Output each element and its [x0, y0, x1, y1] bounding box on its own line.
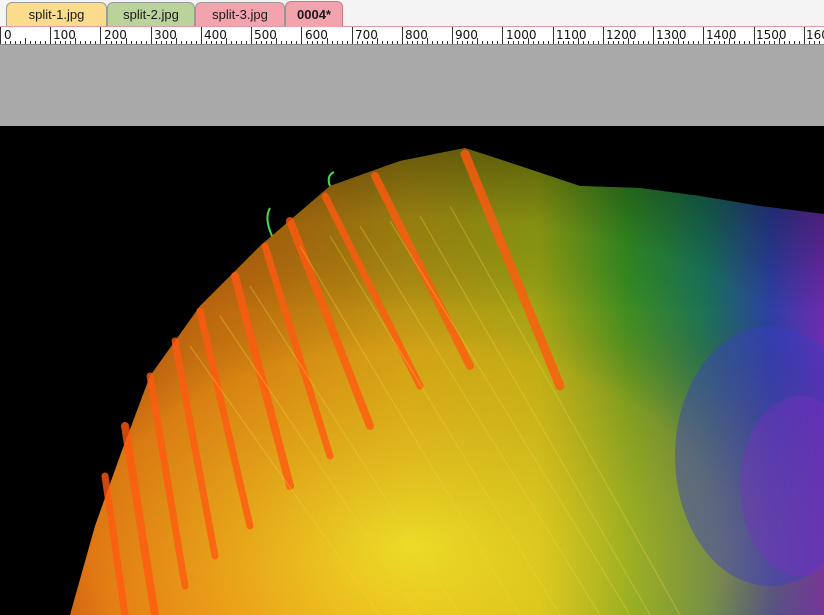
tab-bar: split-1.jpg split-2.jpg split-3.jpg 0004…	[0, 0, 824, 27]
ruler-label-1200: 1200	[606, 28, 637, 42]
tab-split-1[interactable]: split-1.jpg	[6, 2, 107, 26]
image-canvas[interactable]	[0, 126, 824, 615]
ruler-label-900: 900	[455, 28, 478, 42]
ruler-label-400: 400	[204, 28, 227, 42]
ruler-label-1100: 1100	[556, 28, 587, 42]
ruler-label-1500: 1500	[756, 28, 787, 42]
microscopy-image	[0, 126, 824, 615]
ruler-label-200: 200	[104, 28, 127, 42]
tab-split-3[interactable]: split-3.jpg	[195, 2, 285, 26]
ruler-label-300: 300	[154, 28, 177, 42]
ruler-label-600: 600	[305, 28, 328, 42]
ruler-label-500: 500	[254, 28, 277, 42]
tab-0004[interactable]: 0004*	[285, 1, 343, 27]
tab-split-2[interactable]: split-2.jpg	[107, 2, 195, 26]
canvas-padding	[0, 45, 824, 126]
ruler-label-1300: 1300	[656, 28, 687, 42]
horizontal-ruler: 0 100 200 300 400 500 600 700 800 900 10…	[0, 27, 824, 45]
ruler-label-100: 100	[53, 28, 76, 42]
ruler-label-1400: 1400	[706, 28, 737, 42]
ruler-label-1600: 160	[806, 28, 824, 42]
ruler-label-0: 0	[4, 28, 12, 42]
ruler-label-1000: 1000	[506, 28, 537, 42]
ruler-label-800: 800	[405, 28, 428, 42]
ruler-label-700: 700	[355, 28, 378, 42]
